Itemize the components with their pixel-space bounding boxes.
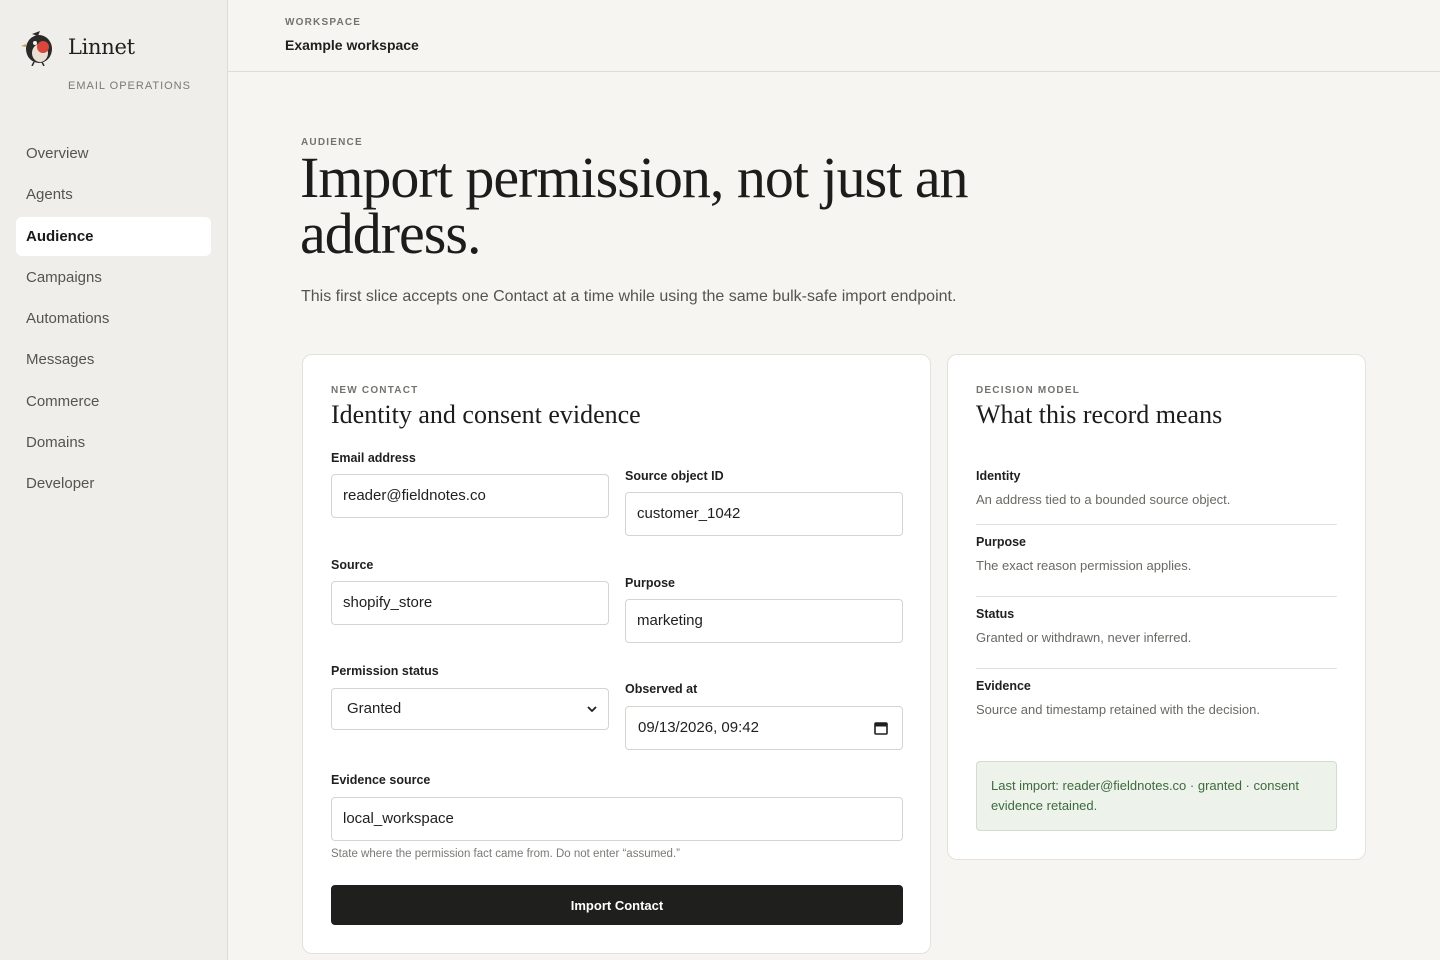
brand-tagline: EMAIL OPERATIONS [68, 80, 191, 92]
permission-status-select[interactable]: Granted [331, 688, 609, 730]
sidebar-item-agents[interactable]: Agents [16, 175, 211, 214]
brand[interactable]: Linnet [20, 28, 135, 66]
observed-at-field[interactable]: 09/13/2026, 09:42 [625, 706, 903, 750]
calendar-icon[interactable] [874, 721, 888, 735]
sidebar-item-campaigns[interactable]: Campaigns [16, 258, 211, 297]
observed-at-label: Observed at [625, 682, 698, 696]
item-label: Purpose [976, 535, 1027, 549]
evidence-source-field[interactable]: local_workspace [331, 797, 903, 841]
source-label: Source [331, 558, 374, 572]
sidebar-item-messages[interactable]: Messages [16, 340, 211, 379]
chevron-down-icon [587, 706, 597, 713]
decision-model-card: DECISION MODEL What this record means Id… [947, 354, 1366, 860]
list-item: Purpose The exact reason permission appl… [976, 525, 1337, 597]
card-eyebrow: NEW CONTACT [331, 385, 419, 396]
evidence-source-label: Evidence source [331, 773, 431, 787]
workspace-name[interactable]: Example workspace [285, 37, 419, 53]
purpose-label: Purpose [625, 576, 676, 590]
evidence-source-help: State where the permission fact came fro… [331, 848, 680, 860]
sidebar-item-audience[interactable]: Audience [16, 216, 211, 256]
item-description: The exact reason permission applies. [976, 558, 1192, 573]
bird-logo-icon [21, 31, 52, 66]
sidebar: Linnet EMAIL OPERATIONS Overview Agents … [0, 0, 228, 960]
observed-at-value: 09/13/2026, 09:42 [638, 719, 759, 736]
new-contact-card: NEW CONTACT Identity and consent evidenc… [302, 354, 931, 954]
source-object-id-label: Source object ID [625, 469, 724, 483]
sidebar-nav: Overview Agents Audience Campaigns Autom… [16, 134, 211, 506]
brand-name: Linnet [68, 35, 135, 59]
sidebar-item-developer[interactable]: Developer [16, 464, 211, 503]
list-item: Identity An address tied to a bounded so… [976, 459, 1337, 525]
last-import-notice: Last import: reader@fieldnotes.co · gran… [976, 761, 1337, 831]
page-subtitle: This first slice accepts one Contact at … [301, 288, 957, 305]
card-title: What this record means [976, 400, 1223, 429]
list-item: Status Granted or withdrawn, never infer… [976, 597, 1337, 669]
purpose-field[interactable]: marketing [625, 599, 903, 643]
sidebar-item-commerce[interactable]: Commerce [16, 382, 211, 421]
permission-status-value: Granted [347, 700, 402, 717]
email-label: Email address [331, 451, 416, 465]
card-title: Identity and consent evidence [331, 400, 641, 429]
card-eyebrow: DECISION MODEL [976, 385, 1081, 396]
workspace-header: WORKSPACE Example workspace [228, 0, 1440, 72]
decision-model-list: Identity An address tied to a bounded so… [976, 459, 1337, 741]
item-description: Granted or withdrawn, never inferred. [976, 630, 1192, 645]
workspace-eyebrow: WORKSPACE [285, 17, 362, 28]
import-contact-button[interactable]: Import Contact [331, 885, 903, 925]
item-label: Status [976, 607, 1015, 621]
permission-status-label: Permission status [331, 664, 439, 678]
item-description: An address tied to a bounded source obje… [976, 492, 1231, 507]
list-item: Evidence Source and timestamp retained w… [976, 669, 1337, 741]
source-field[interactable]: shopify_store [331, 581, 609, 625]
page-title: Import permission, not just an address. [300, 145, 969, 266]
email-field[interactable]: reader@fieldnotes.co [331, 474, 609, 518]
item-description: Source and timestamp retained with the d… [976, 702, 1260, 717]
item-label: Identity [976, 469, 1021, 483]
source-object-id-field[interactable]: customer_1042 [625, 492, 903, 536]
sidebar-item-overview[interactable]: Overview [16, 134, 211, 173]
item-label: Evidence [976, 679, 1031, 693]
sidebar-item-automations[interactable]: Automations [16, 299, 211, 338]
sidebar-item-domains[interactable]: Domains [16, 423, 211, 462]
